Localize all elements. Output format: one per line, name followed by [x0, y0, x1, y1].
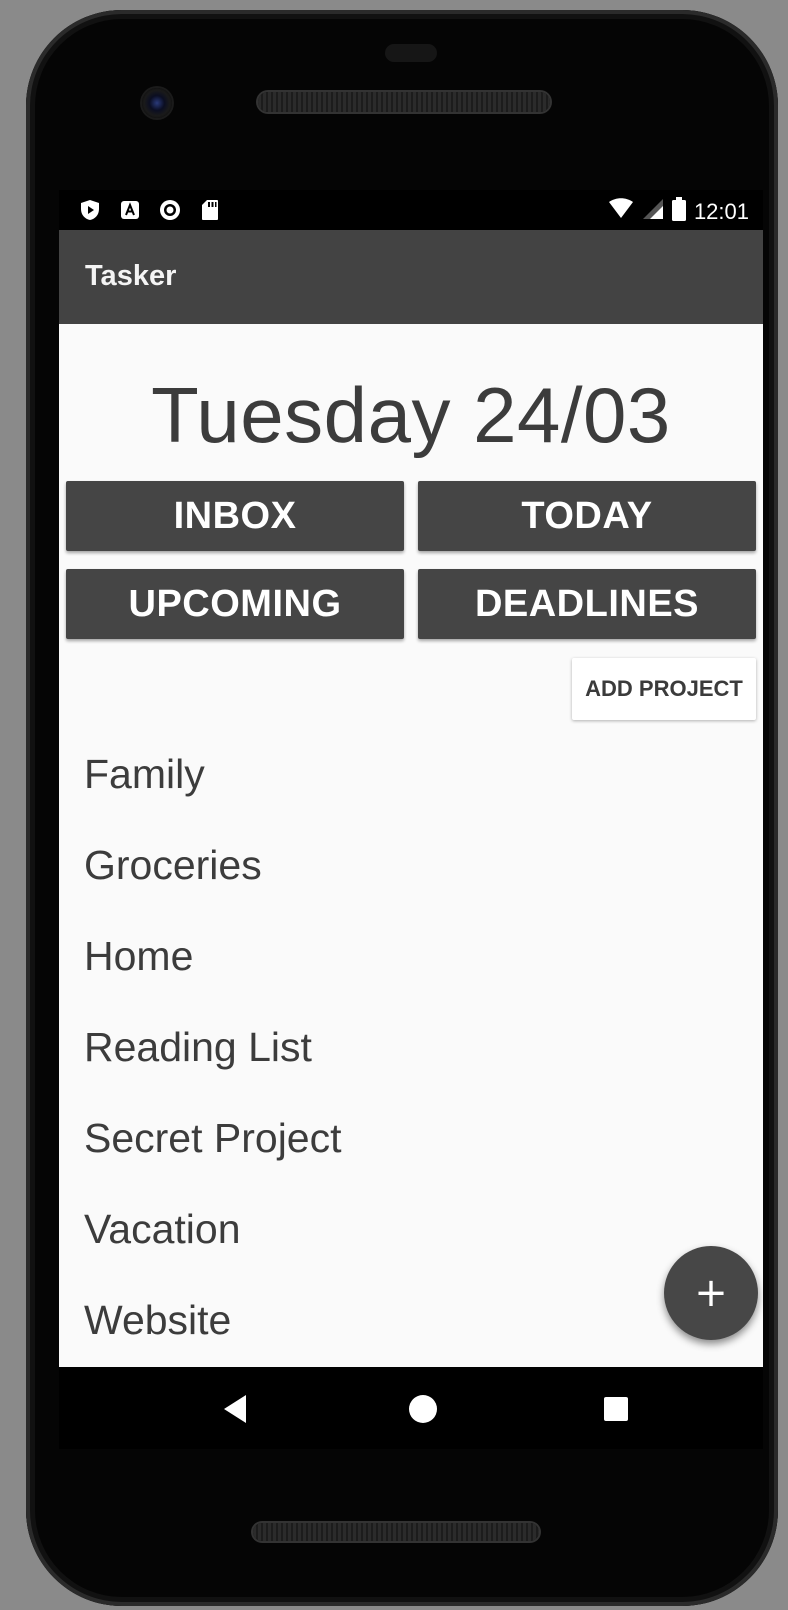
add-project-button[interactable]: ADD PROJECT	[572, 658, 756, 720]
circle-notification-icon	[159, 199, 181, 221]
today-button[interactable]: TODAY	[418, 481, 756, 551]
status-bar-time: 12:01	[693, 199, 749, 224]
phone-frame: 12:01 Tasker Tuesday 24/03 INBOX TODAY U…	[26, 10, 778, 1606]
a-notification-icon	[119, 199, 141, 221]
earpiece-sensor	[385, 44, 437, 62]
add-task-fab[interactable]: +	[664, 1246, 758, 1340]
project-item-vacation[interactable]: Vacation	[84, 1197, 342, 1288]
device-screen: 12:01 Tasker Tuesday 24/03 INBOX TODAY U…	[59, 190, 763, 1367]
recents-button[interactable]	[596, 1389, 636, 1429]
plus-icon: +	[694, 1270, 728, 1316]
project-item-home[interactable]: Home	[84, 924, 342, 1015]
sd-card-icon	[199, 199, 221, 221]
bottom-speaker-grille	[253, 1523, 539, 1541]
date-heading: Tuesday 24/03	[151, 371, 671, 459]
status-bar-notification-icons	[79, 199, 221, 221]
signal-icon	[642, 198, 664, 226]
front-camera	[142, 88, 172, 118]
app-title: Tasker	[85, 260, 177, 292]
back-button[interactable]	[215, 1389, 255, 1429]
project-item-family[interactable]: Family	[84, 742, 342, 833]
battery-icon	[671, 197, 686, 227]
deadlines-button[interactable]: DEADLINES	[418, 569, 756, 639]
system-navigation-bar	[59, 1367, 763, 1449]
status-bar: 12:01	[59, 190, 763, 230]
play-protect-icon	[79, 199, 101, 221]
project-item-groceries[interactable]: Groceries	[84, 833, 342, 924]
back-triangle-icon	[224, 1395, 246, 1423]
recents-square-icon	[604, 1397, 628, 1421]
status-bar-system-icons: 12:01	[608, 197, 749, 227]
project-list: Family Groceries Home Reading List Secre…	[84, 742, 342, 1367]
project-item-website[interactable]: Website	[84, 1288, 342, 1367]
wifi-icon	[608, 198, 634, 226]
home-button[interactable]	[403, 1389, 443, 1429]
project-item-secret-project[interactable]: Secret Project	[84, 1106, 342, 1197]
main-content[interactable]: Tuesday 24/03 INBOX TODAY UPCOMING DEADL…	[59, 324, 763, 1367]
home-circle-icon	[409, 1395, 437, 1423]
project-item-reading-list[interactable]: Reading List	[84, 1015, 342, 1106]
inbox-button[interactable]: INBOX	[66, 481, 404, 551]
upcoming-button[interactable]: UPCOMING	[66, 569, 404, 639]
app-toolbar: Tasker	[59, 230, 763, 324]
top-speaker-grille	[258, 92, 550, 112]
